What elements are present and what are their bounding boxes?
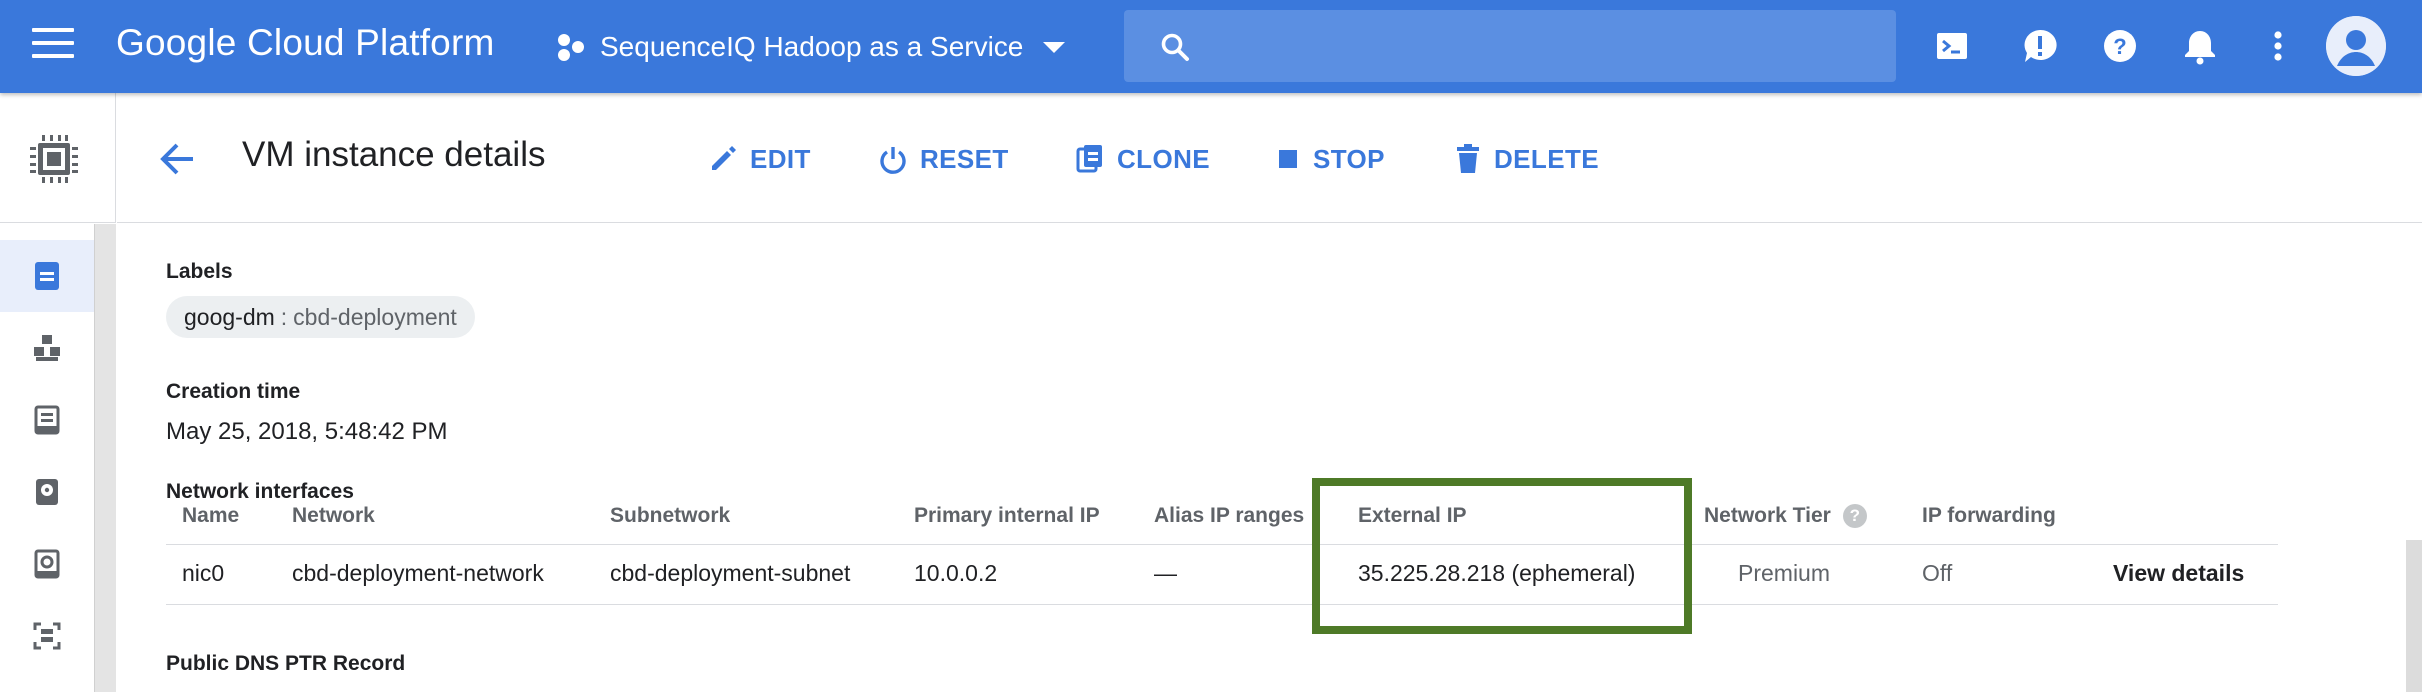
nav-vm-instances[interactable] xyxy=(0,240,94,312)
label-chip-separator: : xyxy=(280,303,288,330)
nav-images[interactable] xyxy=(0,600,94,672)
col-header-alias-ip-ranges: Alias IP ranges xyxy=(1154,504,1305,527)
left-nav-rail xyxy=(0,224,94,692)
avatar-icon xyxy=(2326,16,2386,76)
alert-icon[interactable] xyxy=(2020,26,2060,66)
search-input[interactable] xyxy=(1210,10,1870,82)
col-header-network-tier: Network Tier? xyxy=(1704,504,1867,529)
clone-label: CLONE xyxy=(1117,143,1210,174)
cell-name: nic0 xyxy=(182,560,225,586)
search-bar[interactable] xyxy=(1124,10,1896,82)
product-logo-cell xyxy=(0,93,116,223)
caret-down-icon xyxy=(1043,41,1066,53)
cell-alias-ip-ranges: — xyxy=(1154,560,1177,586)
nav-snapshots[interactable] xyxy=(0,528,94,600)
project-selector[interactable]: SequenceIQ Hadoop as a Service xyxy=(556,24,1066,70)
back-arrow-icon[interactable] xyxy=(155,137,199,181)
hamburger-menu-icon[interactable] xyxy=(32,28,74,64)
pencil-icon xyxy=(712,146,736,170)
app-title[interactable]: Google Cloud Platform xyxy=(116,22,495,64)
clone-button[interactable]: CLONE xyxy=(1075,137,1210,181)
public-dns-ptr-heading: Public DNS PTR Record xyxy=(166,652,406,675)
table-header-divider xyxy=(166,544,2278,545)
label-chip: goog-dm : cbd-deployment xyxy=(166,296,475,338)
terminal-icon[interactable] xyxy=(1932,26,1972,66)
cell-subnetwork: cbd-deployment-subnet xyxy=(610,560,851,586)
bell-icon[interactable] xyxy=(2180,26,2220,66)
stop-button[interactable]: STOP xyxy=(1275,137,1385,181)
help-icon[interactable]: ? xyxy=(2100,26,2140,66)
rail-scrollbar[interactable] xyxy=(94,224,116,692)
page-title: VM instance details xyxy=(242,135,546,174)
cell-network: cbd-deployment-network xyxy=(292,560,544,586)
disks-icon xyxy=(36,479,58,505)
more-vert-icon[interactable] xyxy=(2258,26,2298,66)
edit-label: EDIT xyxy=(750,143,811,174)
page-header: VM instance details EDIT RESET CLONE STO… xyxy=(117,93,2422,223)
col-header-primary-internal-ip: Primary internal IP xyxy=(914,504,1100,527)
stop-label: STOP xyxy=(1313,143,1385,174)
cell-external-ip: 35.225.28.218 (ephemeral) xyxy=(1358,560,1636,586)
table-row-divider xyxy=(166,604,2278,605)
label-chip-value: cbd-deployment xyxy=(293,303,457,330)
creation-time-heading: Creation time xyxy=(166,380,301,403)
instance-templates-icon xyxy=(34,405,60,435)
stop-icon xyxy=(1279,150,1297,168)
top-app-bar: Google Cloud Platform SequenceIQ Hadoop … xyxy=(0,0,2422,93)
snapshots-icon xyxy=(34,549,60,579)
images-icon xyxy=(33,622,61,650)
reset-label: RESET xyxy=(920,143,1009,174)
edit-button[interactable]: EDIT xyxy=(708,137,811,181)
details-panel: Labels goog-dm : cbd-deployment Creation… xyxy=(166,224,2278,692)
nav-instance-groups[interactable] xyxy=(0,312,94,384)
vm-instances-icon xyxy=(35,262,59,290)
instance-groups-icon xyxy=(34,335,60,361)
nav-disks[interactable] xyxy=(0,456,94,528)
delete-label: DELETE xyxy=(1494,143,1599,174)
cell-network-tier: Premium xyxy=(1738,560,1831,586)
label-chip-key: goog-dm xyxy=(184,303,275,330)
col-header-external-ip: External IP xyxy=(1358,504,1467,527)
avatar[interactable] xyxy=(2326,16,2386,76)
col-header-subnetwork: Subnetwork xyxy=(610,504,731,527)
project-dots-icon xyxy=(558,34,584,61)
col-header-name: Name xyxy=(182,504,240,527)
power-icon xyxy=(880,147,906,174)
creation-time-value: May 25, 2018, 5:48:42 PM xyxy=(166,418,448,445)
help-circle-icon[interactable]: ? xyxy=(1842,504,1867,529)
view-details-link[interactable]: View details xyxy=(2113,560,2244,587)
search-icon xyxy=(1161,33,1189,61)
network-tier-label: Network Tier xyxy=(1704,504,1831,527)
col-header-ip-forwarding: IP forwarding xyxy=(1922,504,2056,527)
cell-primary-internal-ip: 10.0.0.2 xyxy=(914,560,998,586)
compute-chip-icon[interactable] xyxy=(24,129,84,189)
nav-instance-templates[interactable] xyxy=(0,384,94,456)
project-name: SequenceIQ Hadoop as a Service xyxy=(600,31,1024,62)
cell-ip-forwarding: Off xyxy=(1922,560,1953,586)
clone-icon xyxy=(1076,145,1102,173)
labels-heading: Labels xyxy=(166,260,233,283)
svg-text:?: ? xyxy=(2113,34,2126,59)
reset-button[interactable]: RESET xyxy=(878,137,1009,181)
col-header-network: Network xyxy=(292,504,375,527)
network-interfaces-heading: Network interfaces xyxy=(166,480,354,503)
trash-icon xyxy=(1457,144,1479,173)
delete-button[interactable]: DELETE xyxy=(1454,137,1599,181)
page-scrollbar[interactable] xyxy=(2406,540,2422,692)
